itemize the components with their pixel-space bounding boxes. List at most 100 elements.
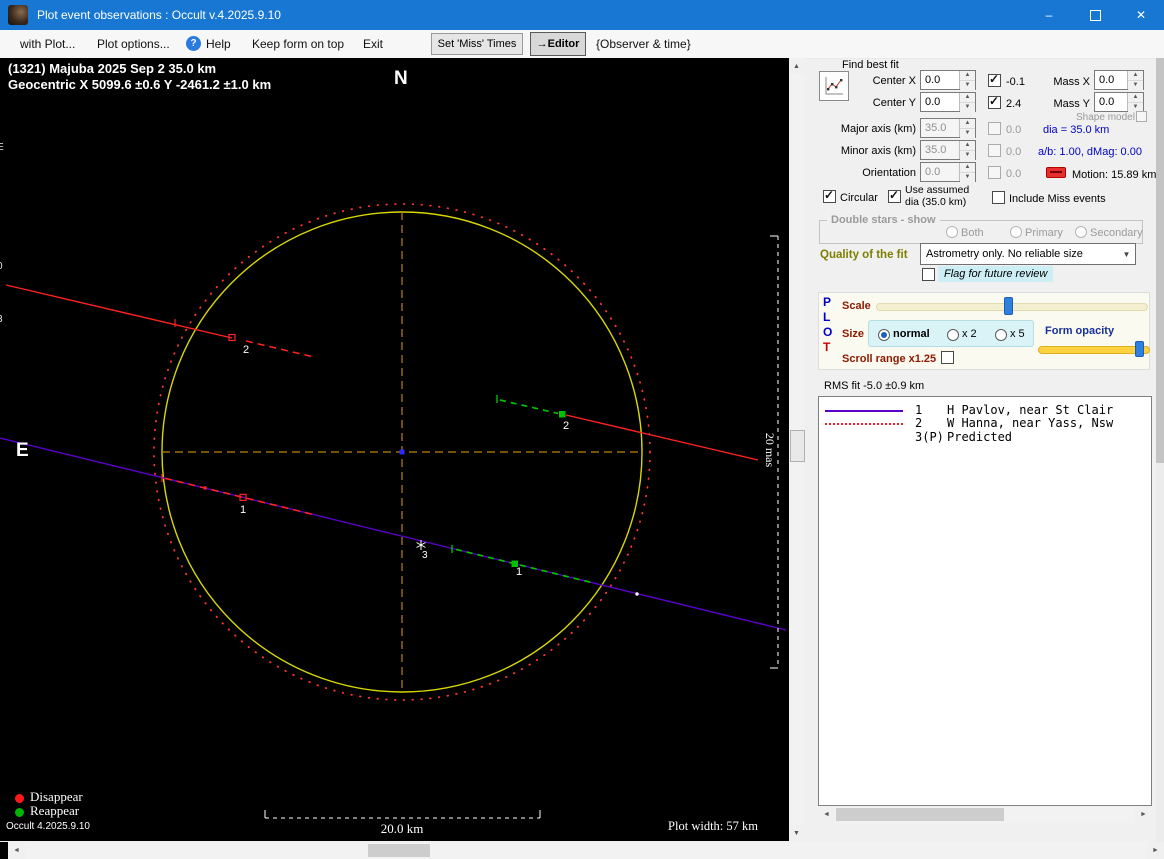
orientation-offset-label: 0.0 [1006,168,1021,180]
horizontal-scale-label: 20.0 km [381,821,424,836]
center-y-label: Center Y [850,97,916,109]
list-scroll-left-arrow[interactable]: ◄ [818,806,835,823]
quality-combobox[interactable]: Astrometry only. No reliable size ▼ [920,243,1136,265]
center-marker [400,450,405,455]
predicted-label: 3 [422,550,428,561]
help-icon[interactable]: ? [186,36,201,51]
mass-y-spinner[interactable]: 0.0 ▲▼ [1094,92,1144,112]
spin-up-icon[interactable]: ▲ [1128,93,1143,103]
size-x5-radio[interactable] [995,329,1007,341]
close-button[interactable]: ✕ [1118,0,1164,30]
occultation-plot-canvas[interactable]: 2 2 1 1 3 20 mas 20.0 km [0,58,790,841]
circular-checkbox[interactable]: ✓ [823,190,836,203]
menu-keep-on-top[interactable]: Keep form on top [252,37,344,51]
plot-scroll-down-arrow[interactable]: ▼ [789,825,804,841]
panel-vscroll-thumb[interactable] [1156,58,1164,463]
spin-up-icon[interactable]: ▲ [1128,71,1143,81]
chord1-end-dot [635,592,638,595]
double-stars-both-radio[interactable] [946,226,958,238]
spin-up-icon[interactable]: ▲ [960,141,975,151]
spin-up-icon[interactable]: ▲ [960,71,975,81]
double-stars-secondary-radio[interactable] [1075,226,1087,238]
menu-with-plot[interactable]: with Plot... [20,37,75,51]
form-opacity-slider[interactable] [1038,341,1150,357]
spin-down-icon[interactable]: ▼ [960,151,975,160]
menu-plot-options[interactable]: Plot options... [97,37,170,51]
window-hscrollbar[interactable] [0,842,1164,859]
combo-arrow-icon[interactable]: ▼ [1118,250,1135,259]
chord2-reappear [497,395,566,418]
form-opacity-label: Form opacity [1045,325,1114,337]
plot-width-label: Plot width: 57 km [610,819,758,834]
chord2-disappear-label: 2 [243,344,249,356]
observer-name: H Pavlov, near St Clair [947,403,1113,417]
size-x2-label: x 2 [962,328,977,340]
chord1-line-sample [825,410,903,412]
double-stars-primary-radio[interactable] [1010,226,1022,238]
list-scroll-right-arrow[interactable]: ► [1135,806,1152,823]
orientation-color-swatch[interactable] [1046,167,1066,178]
editor-button[interactable]: →Editor [530,32,586,56]
spin-up-icon[interactable]: ▲ [960,93,975,103]
window-hscroll-thumb[interactable] [368,844,430,857]
size-x5-label: x 5 [1010,328,1025,340]
scroll-range-checkbox[interactable] [941,351,954,364]
circular-label: Circular [840,192,878,204]
set-miss-times-button[interactable]: Set 'Miss' Times [431,33,523,55]
size-normal-label: normal [893,328,930,340]
minor-axis-label: Minor axis (km) [818,145,916,157]
edge-fragment-2: 0 [0,261,3,272]
observers-listbox[interactable]: 1 H Pavlov, near St Clair 2 W Hanna, nea… [818,396,1152,806]
chord2-line-sample [825,423,903,425]
scale-slider-thumb[interactable] [1004,297,1013,315]
center-x-apply-checkbox[interactable]: ✓ [988,74,1001,87]
mass-x-value: 0.0 [1095,71,1127,89]
spin-down-icon[interactable]: ▼ [960,103,975,112]
use-assumed-checkbox[interactable]: ✓ [888,190,901,203]
minor-axis-spinner[interactable]: 35.0 ▲▼ [920,140,976,160]
form-opacity-track[interactable] [1038,346,1150,354]
spin-down-icon[interactable]: ▼ [960,173,975,182]
list-hscroll-thumb[interactable] [836,808,1004,821]
center-y-spinner[interactable]: 0.0 ▲▼ [920,92,976,112]
motion-info-label: Motion: 15.89 km/s [1072,169,1164,181]
window-scroll-left-arrow[interactable]: ◄ [8,842,25,859]
scale-slider[interactable] [876,297,1148,315]
form-opacity-thumb[interactable] [1135,341,1144,357]
orientation-spinner[interactable]: 0.0 ▲▼ [920,162,976,182]
spin-up-icon[interactable]: ▲ [960,119,975,129]
menu-exit[interactable]: Exit [363,37,383,51]
include-miss-checkbox[interactable] [992,191,1005,204]
minimize-icon: – [1046,8,1053,22]
minimize-button[interactable]: – [1026,0,1072,30]
menu-help[interactable]: Help [206,37,231,51]
maximize-button[interactable] [1072,0,1118,30]
observer-time-label[interactable]: {Observer & time} [596,37,691,51]
mass-x-spinner[interactable]: 0.0 ▲▼ [1094,70,1144,90]
major-axis-spinner[interactable]: 35.0 ▲▼ [920,118,976,138]
window-scroll-right-arrow[interactable]: ► [1147,842,1164,859]
chord2-solid-right [566,415,758,460]
size-normal-radio[interactable] [878,329,890,341]
shape-model-checkbox[interactable] [1136,111,1147,122]
use-assumed-label-2: dia (35.0 km) [905,196,966,208]
minor-axis-checkbox[interactable] [988,144,1001,157]
center-y-apply-checkbox[interactable]: ✓ [988,96,1001,109]
orientation-checkbox[interactable] [988,166,1001,179]
spin-down-icon[interactable]: ▼ [1128,81,1143,90]
horizontal-scale-bar [265,810,540,818]
major-axis-checkbox[interactable] [988,122,1001,135]
plot-area[interactable]: 2 2 1 1 3 20 mas 20.0 km (1321) Majuba 2… [0,58,790,841]
spin-up-icon[interactable]: ▲ [960,163,975,173]
flag-review-checkbox[interactable] [922,268,935,281]
find-best-fit-button[interactable] [819,71,849,101]
plot-letter-o: O [823,325,832,339]
plot-scroll-up-arrow[interactable]: ▲ [789,58,804,74]
dia-info-label: dia = 35.0 km [1043,124,1109,136]
spin-down-icon[interactable]: ▼ [960,81,975,90]
plot-vscroll-thumb[interactable] [790,430,805,462]
mass-y-value: 0.0 [1095,93,1127,111]
center-x-spinner[interactable]: 0.0 ▲▼ [920,70,976,90]
size-x2-radio[interactable] [947,329,959,341]
spin-down-icon[interactable]: ▼ [960,129,975,138]
